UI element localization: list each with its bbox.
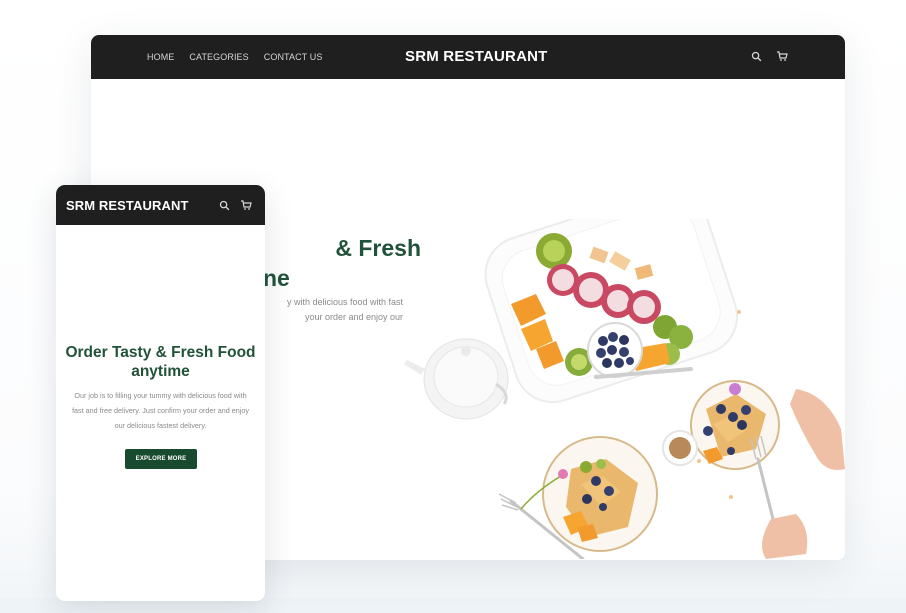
- mobile-hero-title: Order Tasty & Fresh Food anytime: [65, 344, 256, 380]
- search-icon[interactable]: [749, 49, 763, 63]
- fork-right: [756, 457, 775, 521]
- desktop-brand[interactable]: SRM RESTAURANT: [405, 48, 548, 65]
- food-hero-image: [404, 219, 845, 559]
- hand-bottom: [762, 514, 808, 559]
- pancake-plate-front: [542, 436, 658, 552]
- flower: [558, 469, 568, 479]
- desktop-nav-links: HOME CATEGORIES CONTACT US: [147, 52, 322, 62]
- desktop-nav-icons: [749, 49, 789, 63]
- nav-link-contact[interactable]: CONTACT US: [264, 52, 323, 62]
- mobile-hero-subtitle: Our job is to filling your tummy with de…: [72, 391, 249, 430]
- desktop-navbar: HOME CATEGORIES CONTACT US SRM RESTAURAN…: [91, 35, 845, 79]
- mobile-nav-icons: [217, 198, 253, 212]
- blueberry-bowl: [587, 322, 643, 378]
- mobile-mockup: SRM RESTAURANT Order Tasty & Fresh Food …: [56, 185, 265, 601]
- cart-icon[interactable]: [239, 198, 253, 212]
- mobile-brand[interactable]: SRM RESTAURANT: [66, 198, 189, 213]
- mobile-navbar: SRM RESTAURANT: [56, 185, 265, 225]
- explore-more-button[interactable]: EXPLORE MORE: [125, 449, 197, 469]
- hand-right: [790, 389, 845, 470]
- cart-icon[interactable]: [775, 49, 789, 63]
- teapot-illustration: [404, 338, 509, 420]
- nav-link-categories[interactable]: CATEGORIES: [189, 52, 248, 62]
- search-icon[interactable]: [217, 198, 231, 212]
- nav-link-home[interactable]: HOME: [147, 52, 174, 62]
